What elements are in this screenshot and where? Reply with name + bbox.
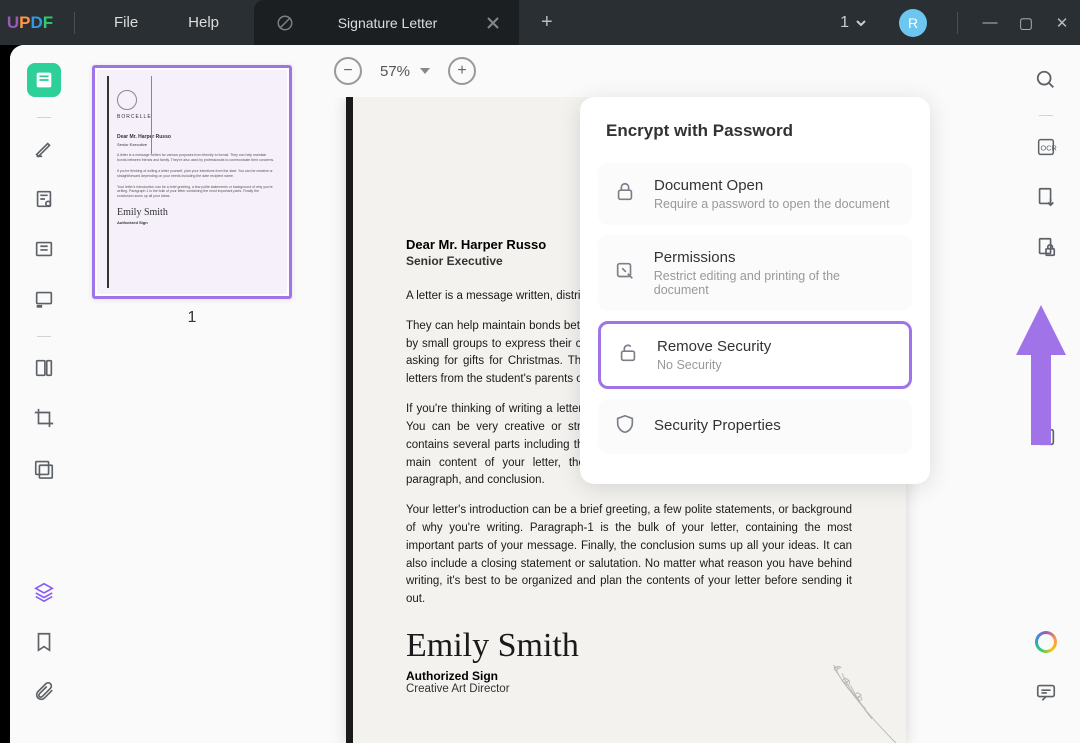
card-title: Security Properties — [654, 417, 781, 434]
tab-title: Signature Letter — [308, 15, 467, 31]
theme-button[interactable] — [1035, 631, 1057, 653]
card-title: Permissions — [654, 249, 896, 266]
remove-security-card[interactable]: Remove Security No Security — [598, 321, 912, 389]
shield-icon — [614, 413, 638, 440]
card-title: Document Open — [654, 177, 890, 194]
document-open-card[interactable]: Document Open Require a password to open… — [598, 163, 912, 225]
text-button[interactable] — [27, 232, 61, 266]
zoom-out-button[interactable]: − — [334, 57, 362, 85]
zoom-value[interactable]: 57% — [380, 63, 430, 80]
unlock-icon — [617, 342, 641, 369]
panel-title: Encrypt with Password — [598, 121, 912, 141]
thumbnails-button[interactable] — [27, 63, 61, 97]
fill-button[interactable] — [27, 282, 61, 316]
crop-button[interactable] — [27, 401, 61, 435]
chevron-down-icon — [420, 66, 430, 76]
menu-help[interactable]: Help — [163, 14, 244, 31]
separator — [1039, 115, 1053, 116]
maximize-button[interactable]: ▢ — [1008, 14, 1044, 32]
card-subtitle: Restrict editing and printing of the doc… — [654, 269, 896, 297]
highlighter-button[interactable] — [27, 132, 61, 166]
hint-arrow-icon — [1016, 305, 1066, 450]
separator — [74, 12, 75, 34]
titlebar: UPDF File Help Signature Letter + 1 R — … — [0, 0, 1080, 45]
security-properties-card[interactable]: Security Properties — [598, 399, 912, 454]
card-title: Remove Security — [657, 338, 771, 355]
card-subtitle: Require a password to open the document — [654, 197, 890, 211]
chevron-down-icon — [855, 17, 867, 29]
new-tab-button[interactable]: + — [541, 11, 553, 34]
left-toolbar — [10, 45, 78, 743]
page-thumbnail[interactable]: BORCELLE Dear Mr. Harper Russo Senior Ex… — [92, 65, 292, 299]
menu-file[interactable]: File — [89, 14, 163, 31]
convert-button[interactable] — [1029, 180, 1063, 214]
edit-lock-icon — [614, 260, 638, 287]
separator — [37, 336, 51, 337]
svg-text:OCR: OCR — [1041, 144, 1057, 153]
bookmark-button[interactable] — [27, 625, 61, 659]
tab-doc-icon — [276, 14, 294, 32]
search-button[interactable] — [1029, 63, 1063, 97]
protect-button[interactable] — [1029, 230, 1063, 264]
zoom-toolbar: − 57% + — [318, 45, 1012, 97]
watermark-button[interactable] — [27, 451, 61, 485]
lock-icon — [614, 181, 638, 208]
document-tab[interactable]: Signature Letter — [254, 0, 519, 45]
thumbnail-panel: BORCELLE Dear Mr. Harper Russo Senior Ex… — [78, 45, 318, 743]
encrypt-panel: Encrypt with Password Document Open Requ… — [580, 97, 930, 484]
minimize-button[interactable]: — — [972, 14, 1008, 31]
close-icon[interactable] — [485, 15, 501, 31]
note-button[interactable] — [27, 182, 61, 216]
page-number: 1 — [92, 309, 292, 327]
zoom-in-button[interactable]: + — [448, 57, 476, 85]
separator — [957, 12, 958, 34]
close-button[interactable]: ✕ — [1044, 14, 1080, 32]
avatar[interactable]: R — [899, 9, 927, 37]
document-area: − 57% + BORCELLE Dear Mr. Harper Russo S… — [318, 45, 1012, 743]
comment-button[interactable] — [1029, 675, 1063, 709]
layers-button[interactable] — [27, 575, 61, 609]
ocr-button[interactable]: OCR — [1029, 130, 1063, 164]
organize-button[interactable] — [27, 351, 61, 385]
card-subtitle: No Security — [657, 358, 771, 372]
separator — [37, 117, 51, 118]
permissions-card[interactable]: Permissions Restrict editing and printin… — [598, 235, 912, 311]
decorative-plant-icon — [766, 623, 906, 743]
window-count[interactable]: 1 — [824, 14, 883, 32]
attachment-button[interactable] — [27, 675, 61, 709]
doc-paragraph: Your letter's introduction can be a brie… — [406, 502, 852, 609]
app-logo: UPDF — [0, 13, 60, 33]
